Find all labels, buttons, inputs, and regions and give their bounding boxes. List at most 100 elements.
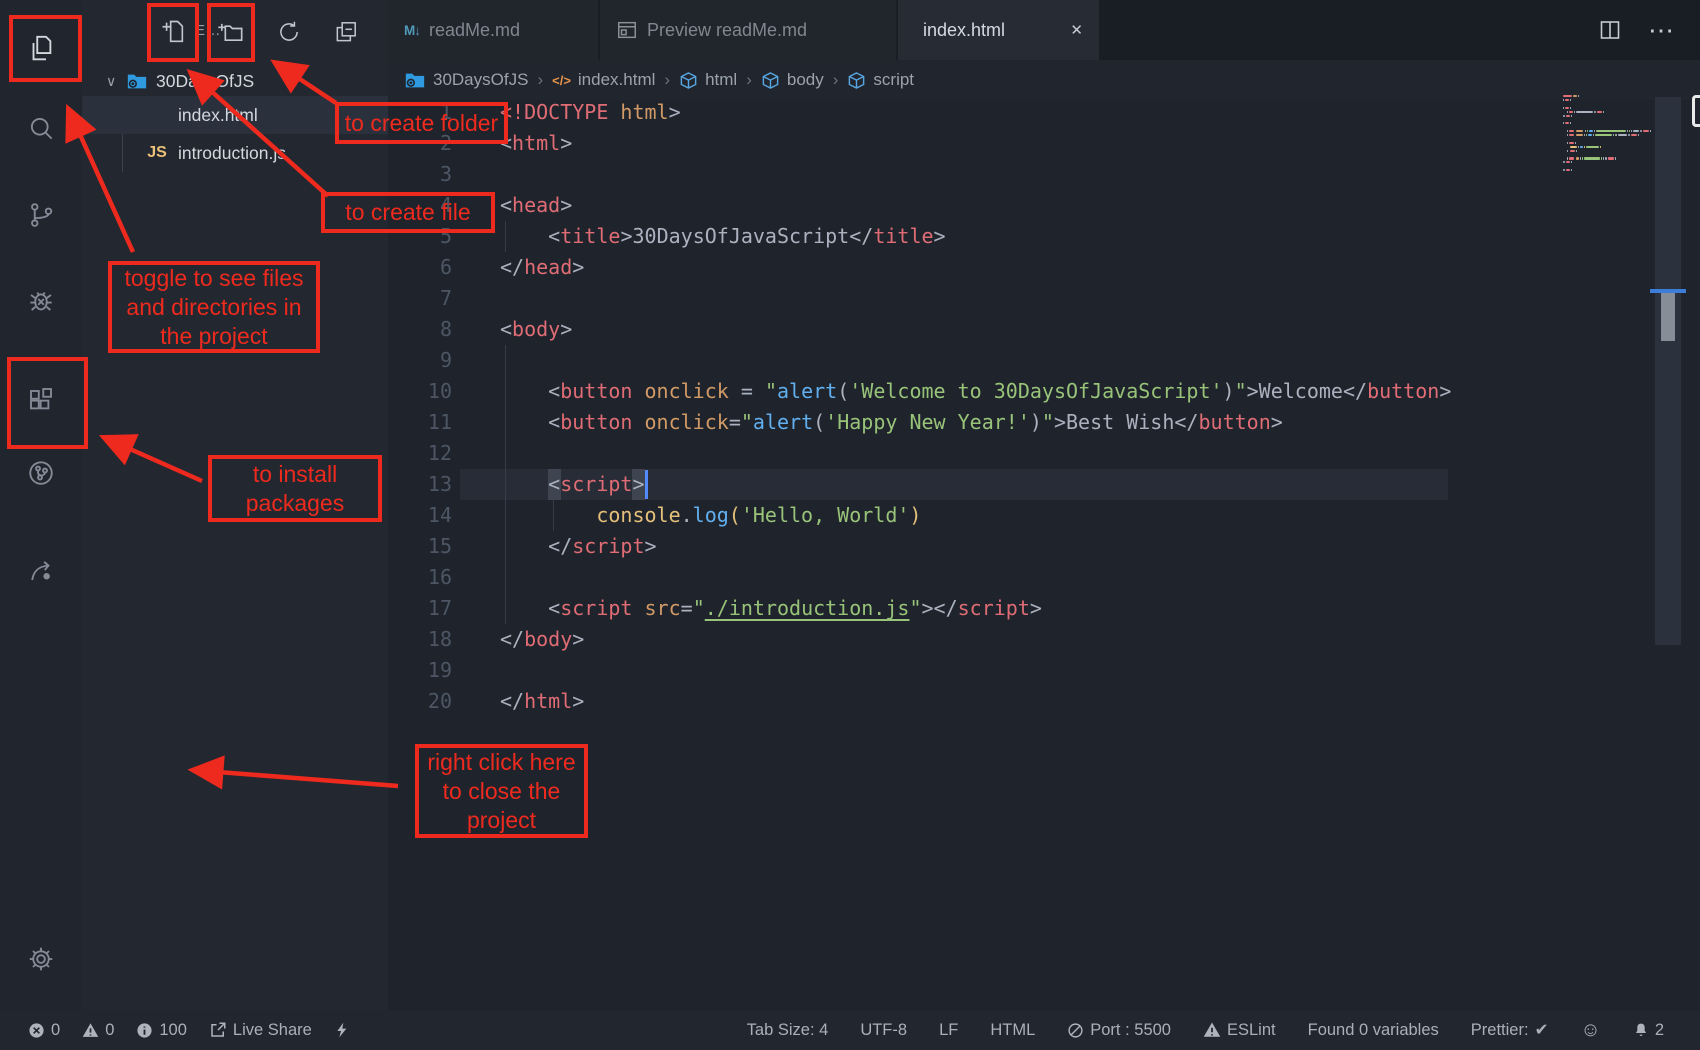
status-item-ESLint[interactable]: ESLint xyxy=(1203,1021,1276,1040)
breadcrumb-separator: › xyxy=(746,70,752,90)
status-item-UTF-8[interactable]: UTF-8 xyxy=(860,1021,907,1040)
settings-gear-icon[interactable] xyxy=(0,931,82,987)
more-actions-icon[interactable]: ⋯ xyxy=(1648,25,1674,35)
live-server-icon[interactable] xyxy=(0,542,82,598)
status-label: 100 xyxy=(159,1021,187,1040)
line-number: 9 xyxy=(388,345,452,376)
status-item-2[interactable]: 2 xyxy=(1633,1021,1664,1040)
annotation-create-file: to create file xyxy=(321,192,495,233)
status-item-LF[interactable]: LF xyxy=(939,1021,958,1040)
line-number: 16 xyxy=(388,562,452,593)
status-item-Tab Size: 4[interactable]: Tab Size: 4 xyxy=(747,1021,829,1040)
status-item-Live Share[interactable]: Live Share xyxy=(209,1021,312,1040)
live-share-icon[interactable] xyxy=(0,445,82,501)
eslint-warning-icon xyxy=(1203,1021,1221,1039)
annotation-box-extensions xyxy=(7,357,88,449)
tree-folder-label: 30DaysOfJS xyxy=(156,71,254,92)
breadcrumb-separator: › xyxy=(833,70,839,90)
tab-bar: M↓readMe.md Preview readMe.md index.html ✕ ⋯ xyxy=(388,0,1700,60)
tree-folder-root[interactable]: ∨ 30DaysOfJS xyxy=(82,62,388,100)
status-item-100[interactable]: 100 xyxy=(136,1021,187,1040)
bolt-icon xyxy=(334,1020,350,1040)
smiley-icon: ☺ xyxy=(1580,1019,1600,1042)
cube-icon xyxy=(847,71,866,90)
cube-icon xyxy=(761,71,780,90)
tab-readMe.md[interactable]: M↓readMe.md xyxy=(388,0,600,60)
breadcrumb-item-30DaysOfJS[interactable]: 30DaysOfJS xyxy=(404,69,528,91)
status-item-smiley-icon[interactable]: ☺ xyxy=(1580,1019,1600,1042)
port-icon xyxy=(1067,1022,1084,1039)
source-control-icon[interactable] xyxy=(0,187,82,243)
status-label: Live Share xyxy=(233,1021,312,1040)
scrollbar-thumb[interactable] xyxy=(1661,293,1675,341)
warning-icon xyxy=(82,1022,99,1039)
code-line-8: <body> xyxy=(500,314,572,345)
preview-icon xyxy=(616,19,638,41)
breadcrumb-item-html[interactable]: html xyxy=(679,70,737,90)
status-item-0[interactable]: 0 xyxy=(82,1021,114,1040)
breadcrumb-item-index.html[interactable]: </>index.html xyxy=(552,70,655,90)
tab-label: Preview readMe.md xyxy=(647,20,807,41)
code-line-5: <title>30DaysOfJavaScript</title> xyxy=(500,221,946,252)
collapse-all-icon[interactable] xyxy=(326,12,366,52)
folder-icon xyxy=(404,69,426,91)
tab-label: index.html xyxy=(923,20,1005,41)
breadcrumb-item-body[interactable]: body xyxy=(761,70,824,90)
clipped-overlay-rect xyxy=(1692,95,1700,127)
text-cursor xyxy=(645,470,648,499)
js-file-icon: JS xyxy=(142,144,172,162)
tab-Preview readMe.md[interactable]: Preview readMe.md xyxy=(600,0,898,60)
breadcrumb-label: html xyxy=(705,70,737,90)
info-icon xyxy=(136,1022,153,1039)
status-item-Port : 5500[interactable]: Port : 5500 xyxy=(1067,1021,1171,1040)
code-line-17: <script src="./introduction.js"></script… xyxy=(500,593,1042,624)
minimap[interactable] xyxy=(1563,95,1649,181)
status-label: Port : 5500 xyxy=(1090,1021,1171,1040)
code-line-2: <html> xyxy=(500,128,572,159)
status-label: LF xyxy=(939,1021,958,1040)
code-line-15: </script> xyxy=(500,531,657,562)
code-line-11: <button onclick="alert('Happy New Year!'… xyxy=(500,407,1283,438)
search-icon[interactable] xyxy=(0,100,82,156)
status-item-Found 0 variables[interactable]: Found 0 variables xyxy=(1308,1021,1439,1040)
line-number: 8 xyxy=(388,314,452,345)
scrollbar-track xyxy=(1655,97,1681,645)
status-label: UTF-8 xyxy=(860,1021,907,1040)
bell-icon xyxy=(1633,1021,1649,1039)
line-number: 6 xyxy=(388,252,452,283)
tree-item-label: index.html xyxy=(178,105,258,126)
annotation-box-new-file xyxy=(147,3,199,62)
code-line-4: <head> xyxy=(500,190,572,221)
breadcrumb-label: body xyxy=(787,70,824,90)
status-label: Prettier: xyxy=(1471,1021,1529,1040)
line-number: 7 xyxy=(388,283,452,314)
line-number: 15 xyxy=(388,531,452,562)
status-item-0[interactable]: 0 xyxy=(28,1021,60,1040)
tab-index.html[interactable]: index.html ✕ xyxy=(898,0,1101,60)
line-number: 14 xyxy=(388,500,452,531)
split-editor-icon[interactable] xyxy=(1598,18,1622,42)
close-icon[interactable]: ✕ xyxy=(1070,21,1083,39)
annotation-install-packages: to install packages xyxy=(208,455,382,522)
status-item-bolt-icon[interactable] xyxy=(334,1020,350,1040)
line-number: 18 xyxy=(388,624,452,655)
code-line-10: <button onclick = "alert('Welcome to 30D… xyxy=(500,376,1451,407)
status-item-Prettier:[interactable]: Prettier: ✔ xyxy=(1471,1020,1549,1040)
annotation-create-folder: to create folder xyxy=(335,102,508,144)
chevron-down-icon: ∨ xyxy=(106,73,126,90)
breadcrumb: 30DaysOfJS›</>index.html›html›body›scrip… xyxy=(388,60,1700,100)
refresh-icon[interactable] xyxy=(269,12,309,52)
status-label: Tab Size: 4 xyxy=(747,1021,829,1040)
breadcrumb-label: 30DaysOfJS xyxy=(433,70,528,90)
indent-guide xyxy=(505,345,506,624)
line-number: 10 xyxy=(388,376,452,407)
status-label: 0 xyxy=(105,1021,114,1040)
check-icon: ✔ xyxy=(1535,1020,1549,1040)
run-debug-icon[interactable] xyxy=(0,272,82,328)
line-number: 17 xyxy=(388,593,452,624)
status-item-HTML[interactable]: HTML xyxy=(990,1021,1035,1040)
breadcrumb-item-script[interactable]: script xyxy=(847,70,914,90)
indent-guide xyxy=(553,500,554,531)
activity-bar xyxy=(0,0,82,1010)
code-line-1: <!DOCTYPE html> xyxy=(500,97,681,128)
